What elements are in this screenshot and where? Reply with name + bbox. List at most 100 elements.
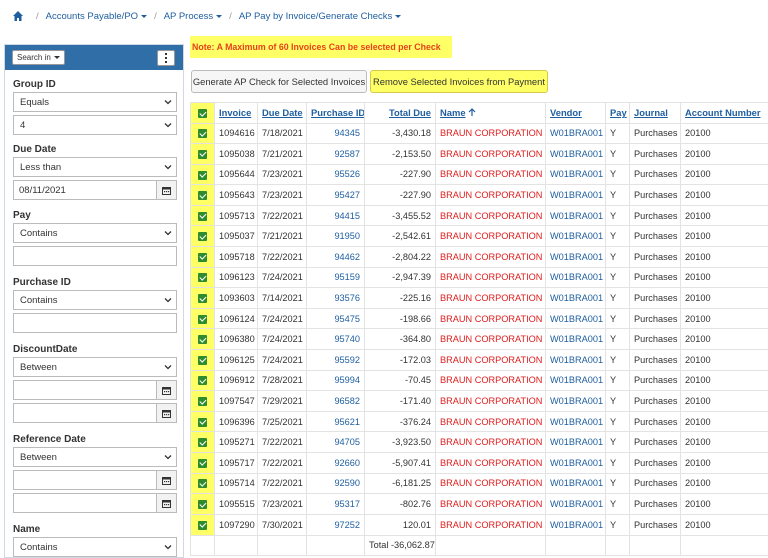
due-date-input[interactable]: 08/11/2021: [13, 180, 157, 200]
row-select-checkbox[interactable]: [190, 184, 215, 206]
reference-date-to-input[interactable]: [13, 493, 157, 513]
cell-purchase-id[interactable]: 95621: [306, 410, 365, 433]
cell-purchase-id[interactable]: 95994: [306, 369, 365, 392]
row-select-checkbox[interactable]: [190, 328, 215, 351]
row-select-checkbox[interactable]: [190, 122, 215, 145]
cell-purchase-id[interactable]: 95526: [306, 163, 365, 186]
column-header-purchase-id[interactable]: Purchase ID: [306, 102, 365, 124]
cell-purchase-id[interactable]: 97252: [306, 513, 365, 536]
column-header-pay[interactable]: Pay: [605, 102, 630, 124]
cell-purchase-id[interactable]: 95592: [306, 349, 365, 371]
row-select-checkbox[interactable]: [190, 287, 215, 309]
cell-vendor[interactable]: W01BRA001: [545, 390, 606, 412]
table-row[interactable]: 1094616 7/18/2021 94345 -3,430.18 BRAUN CORP…: [190, 122, 768, 145]
cell-purchase-id[interactable]: 96582: [306, 390, 365, 412]
row-select-checkbox[interactable]: [190, 143, 215, 165]
calendar-button[interactable]: [157, 180, 177, 200]
row-select-checkbox[interactable]: [190, 472, 215, 495]
discount-date-from-input[interactable]: [13, 380, 157, 400]
cell-purchase-id[interactable]: 94345: [306, 122, 365, 145]
table-row[interactable]: 1096124 7/24/2021 95475 -198.66 BRAUN CORPOR…: [190, 307, 768, 330]
cell-purchase-id[interactable]: 95740: [306, 328, 365, 351]
pay-operator-select[interactable]: Contains: [13, 223, 177, 243]
calendar-button[interactable]: [157, 380, 177, 400]
cell-vendor[interactable]: W01BRA001: [545, 493, 606, 515]
cell-purchase-id[interactable]: 92590: [306, 472, 365, 495]
cell-vendor[interactable]: W01BRA001: [545, 163, 606, 186]
cell-purchase-id[interactable]: 91950: [306, 225, 365, 248]
column-header-due-date[interactable]: Due Date: [257, 102, 307, 124]
table-row[interactable]: 1096396 7/25/2021 95621 -376.24 BRAUN CORPOR…: [190, 410, 768, 433]
discount-date-operator-select[interactable]: Between: [13, 357, 177, 377]
cell-purchase-id[interactable]: 95427: [306, 184, 365, 206]
cell-purchase-id[interactable]: 92660: [306, 452, 365, 474]
cell-vendor[interactable]: W01BRA001: [545, 349, 606, 371]
row-select-checkbox[interactable]: [190, 390, 215, 412]
row-select-checkbox[interactable]: [190, 266, 215, 289]
due-date-operator-select[interactable]: Less than: [13, 157, 177, 177]
sidebar-menu-button[interactable]: [157, 49, 175, 66]
generate-ap-check-button[interactable]: Generate AP Check for Selected Invoices: [191, 70, 367, 93]
cell-vendor[interactable]: W01BRA001: [545, 184, 606, 206]
table-row[interactable]: 1095714 7/22/2021 92590 -6,181.25 BRAUN CORP…: [190, 472, 768, 495]
pay-input[interactable]: [13, 246, 177, 266]
row-select-checkbox[interactable]: [190, 452, 215, 474]
table-row[interactable]: 1096125 7/24/2021 95592 -172.03 BRAUN CORPOR…: [190, 349, 768, 371]
row-select-checkbox[interactable]: [190, 349, 215, 371]
cell-purchase-id[interactable]: 94415: [306, 204, 365, 227]
table-row[interactable]: 1095037 7/21/2021 91950 -2,542.61 BRAUN CORP…: [190, 225, 768, 248]
cell-purchase-id[interactable]: 95317: [306, 493, 365, 515]
purchase-id-input[interactable]: [13, 313, 177, 333]
table-row[interactable]: 1097290 7/30/2021 97252 120.01 BRAUN CORPORA…: [190, 513, 768, 536]
cell-vendor[interactable]: W01BRA001: [545, 410, 606, 433]
column-header-account-number[interactable]: Account Number: [680, 102, 768, 124]
column-header-name[interactable]: Name: [435, 102, 546, 124]
home-icon[interactable]: [12, 10, 24, 22]
table-row[interactable]: 1095644 7/23/2021 95526 -227.90 BRAUN CORPOR…: [190, 163, 768, 186]
cell-purchase-id[interactable]: 95159: [306, 266, 365, 289]
table-row[interactable]: 1093603 7/14/2021 93576 -225.16 BRAUN CORPOR…: [190, 287, 768, 309]
reference-date-operator-select[interactable]: Between: [13, 447, 177, 467]
calendar-button[interactable]: [157, 403, 177, 423]
group-id-value-select[interactable]: 4: [13, 115, 177, 135]
table-row[interactable]: 1095643 7/23/2021 95427 -227.90 BRAUN CORPOR…: [190, 184, 768, 206]
row-select-checkbox[interactable]: [190, 246, 215, 268]
select-all-checkbox[interactable]: [190, 102, 215, 124]
breadcrumb-item-ap-pay-by-invoice[interactable]: AP Pay by Invoice/Generate Checks: [239, 11, 402, 22]
cell-purchase-id[interactable]: 95475: [306, 307, 365, 330]
calendar-button[interactable]: [157, 493, 177, 513]
discount-date-to-input[interactable]: [13, 403, 157, 423]
cell-vendor[interactable]: W01BRA001: [545, 472, 606, 495]
cell-vendor[interactable]: W01BRA001: [545, 143, 606, 165]
table-row[interactable]: 1096912 7/28/2021 95994 -70.45 BRAUN CORPORA…: [190, 369, 768, 392]
cell-vendor[interactable]: W01BRA001: [545, 513, 606, 536]
row-select-checkbox[interactable]: [190, 163, 215, 186]
row-select-checkbox[interactable]: [190, 410, 215, 433]
breadcrumb-item-accounts-payable[interactable]: Accounts Payable/PO: [46, 11, 148, 22]
table-row[interactable]: 1095718 7/22/2021 94462 -2,804.22 BRAUN CORP…: [190, 246, 768, 268]
cell-vendor[interactable]: W01BRA001: [545, 225, 606, 248]
table-row[interactable]: 1095717 7/22/2021 92660 -5,907.41 BRAUN CORP…: [190, 452, 768, 474]
column-header-total-due[interactable]: Total Due: [364, 102, 436, 124]
row-select-checkbox[interactable]: [190, 225, 215, 248]
column-header-journal[interactable]: Journal: [629, 102, 681, 124]
cell-purchase-id[interactable]: 92587: [306, 143, 365, 165]
column-header-vendor[interactable]: Vendor: [545, 102, 606, 124]
cell-vendor[interactable]: W01BRA001: [545, 328, 606, 351]
cell-vendor[interactable]: W01BRA001: [545, 452, 606, 474]
search-in-dropdown[interactable]: Search in: [12, 50, 65, 65]
row-select-checkbox[interactable]: [190, 431, 215, 453]
reference-date-from-input[interactable]: [13, 470, 157, 490]
calendar-button[interactable]: [157, 470, 177, 490]
table-row[interactable]: 1097547 7/29/2021 96582 -171.40 BRAUN CORPOR…: [190, 390, 768, 412]
cell-vendor[interactable]: W01BRA001: [545, 246, 606, 268]
cell-vendor[interactable]: W01BRA001: [545, 204, 606, 227]
row-select-checkbox[interactable]: [190, 493, 215, 515]
row-select-checkbox[interactable]: [190, 513, 215, 536]
cell-vendor[interactable]: W01BRA001: [545, 122, 606, 145]
cell-vendor[interactable]: W01BRA001: [545, 287, 606, 309]
remove-selected-invoices-button[interactable]: Remove Selected Invoices from Payment: [370, 70, 548, 93]
cell-vendor[interactable]: W01BRA001: [545, 266, 606, 289]
cell-purchase-id[interactable]: 94705: [306, 431, 365, 453]
cell-vendor[interactable]: W01BRA001: [545, 369, 606, 392]
